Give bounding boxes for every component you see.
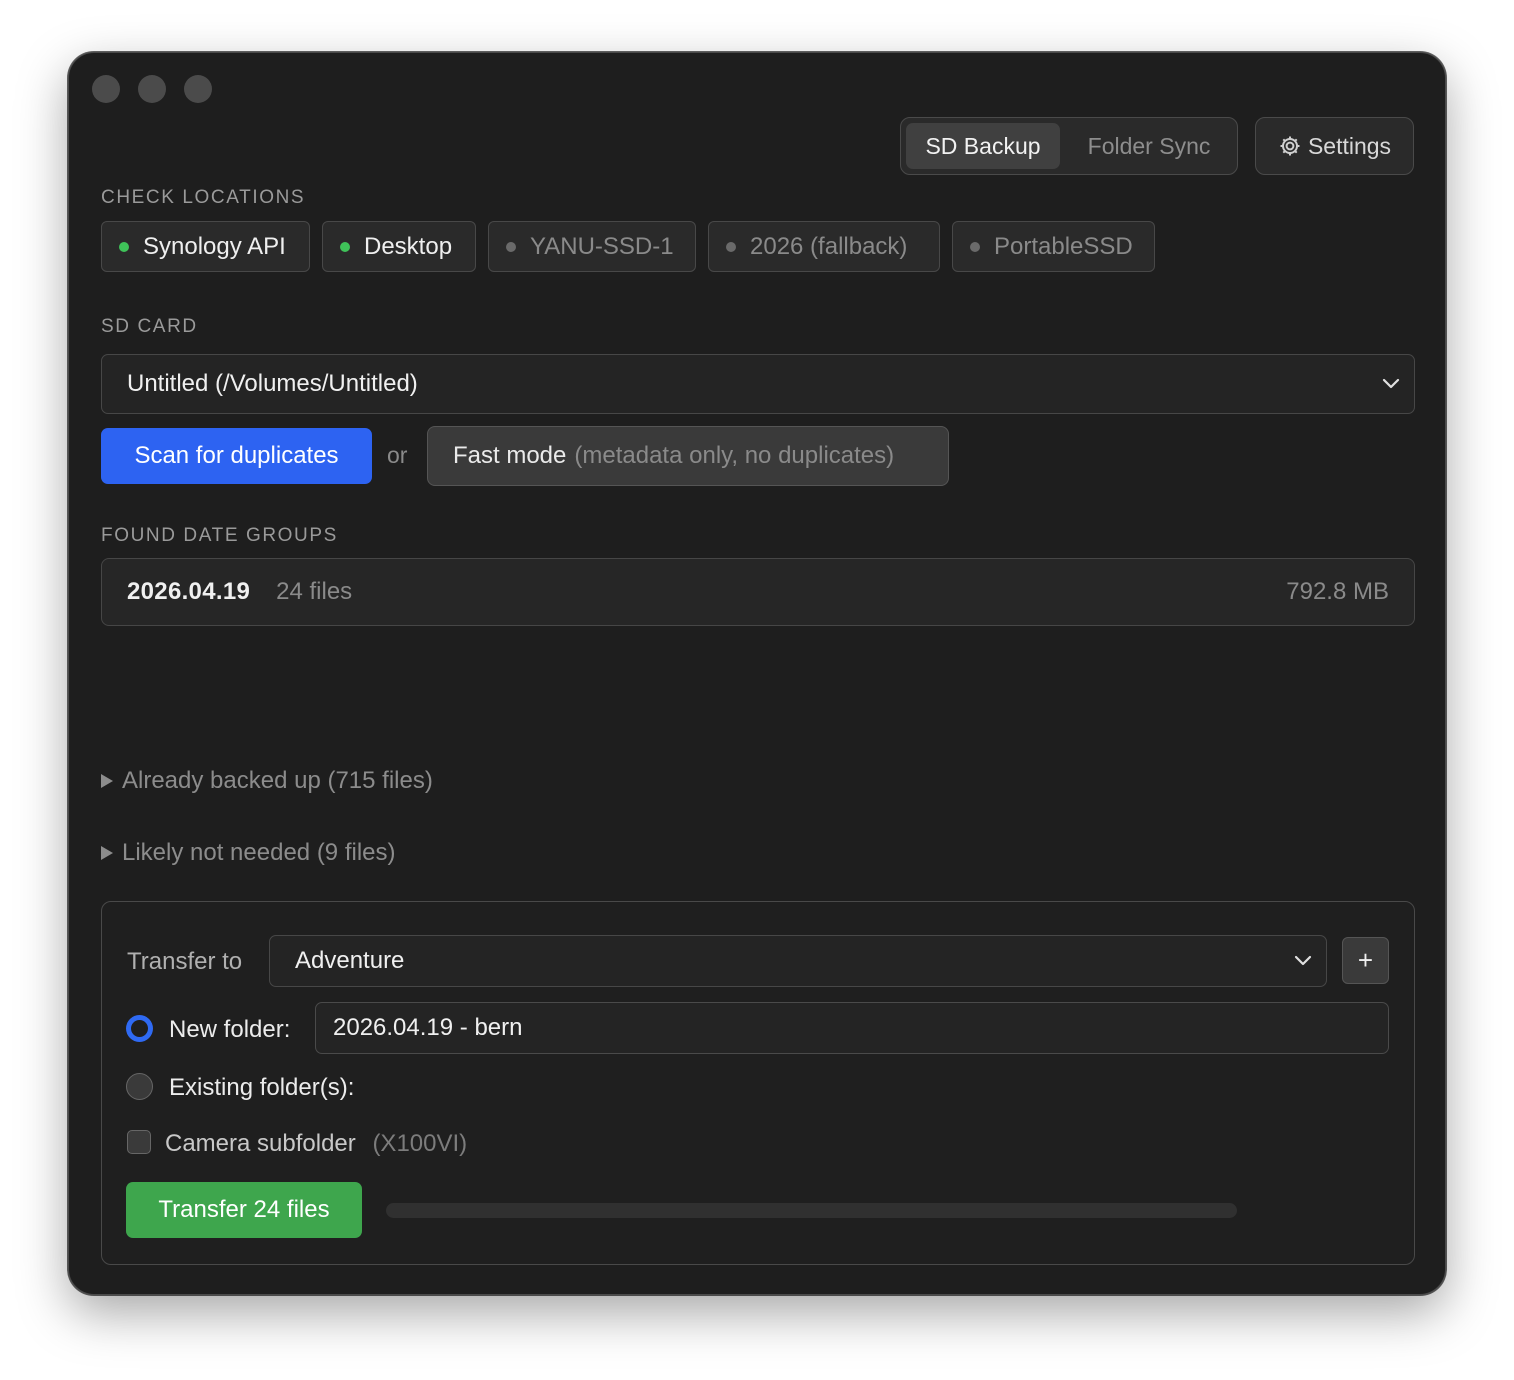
status-offline-icon [726, 241, 736, 252]
fast-mode-note: (metadata only, no duplicates) [574, 442, 895, 469]
location-chip-2026-fallback[interactable]: 2026 (fallback) [708, 221, 940, 272]
destination-selected-value: Adventure [295, 947, 405, 974]
existing-folder-label: Existing folder(s): [169, 1074, 355, 1101]
transfer-to-label: Transfer to [127, 948, 243, 975]
settings-button[interactable]: Settings [1255, 117, 1414, 175]
group-date: 2026.04.19 [127, 578, 251, 605]
location-chip-desktop[interactable]: Desktop [322, 221, 476, 272]
mode-segmented-control: SD Backup Folder Sync [900, 117, 1238, 175]
transfer-progress-bar [386, 1203, 1237, 1218]
minimize-window-button[interactable] [138, 75, 166, 103]
tab-folder-sync[interactable]: Folder Sync [1065, 123, 1233, 169]
found-date-groups-heading: FOUND DATE GROUPS [101, 525, 338, 546]
disclosure-triangle-icon [101, 774, 113, 788]
status-offline-icon [970, 241, 980, 252]
chevron-down-icon [1382, 378, 1400, 389]
fast-mode-label: Fast mode [453, 442, 567, 469]
camera-model: (X100VI) [372, 1130, 468, 1157]
status-online-icon [340, 241, 350, 252]
location-label: Synology API [143, 232, 286, 260]
camera-subfolder-text: Camera subfolder [165, 1130, 356, 1157]
destination-select[interactable]: Adventure [269, 935, 1327, 987]
sd-card-heading: SD CARD [101, 316, 198, 337]
new-folder-name-value: 2026.04.19 - bern [333, 1014, 523, 1041]
existing-folder-radio[interactable] [126, 1073, 153, 1100]
close-window-button[interactable] [92, 75, 120, 103]
location-label: YANU-SSD-1 [530, 232, 674, 260]
disclosure-triangle-icon [101, 846, 113, 860]
fast-mode-button[interactable]: Fast mode (metadata only, no duplicates) [427, 426, 949, 486]
new-folder-label: New folder: [169, 1016, 291, 1043]
likely-not-needed-label: Likely not needed (9 files) [122, 839, 396, 866]
settings-label: Settings [1307, 132, 1392, 159]
tab-sd-backup[interactable]: SD Backup [906, 123, 1060, 169]
group-file-count: 24 files [276, 578, 353, 605]
already-backed-up-label: Already backed up (715 files) [122, 767, 433, 794]
location-chip-synology-api[interactable]: Synology API [101, 221, 310, 272]
or-separator: or [387, 442, 408, 468]
location-label: Desktop [364, 232, 453, 260]
app-window: SD Backup Folder Sync Settings CHECK LOC… [68, 52, 1446, 1295]
transfer-files-button[interactable]: Transfer 24 files [126, 1182, 362, 1238]
status-offline-icon [506, 241, 516, 252]
check-locations-heading: CHECK LOCATIONS [101, 187, 306, 208]
likely-not-needed-disclosure[interactable]: Likely not needed (9 files) [101, 839, 396, 867]
sd-card-selected-value: Untitled (/Volumes/Untitled) [127, 370, 418, 397]
location-chip-portablessd[interactable]: PortableSSD [952, 221, 1155, 272]
location-label: PortableSSD [994, 232, 1133, 260]
camera-subfolder-label: Camera subfolder (X100VI) [165, 1130, 467, 1158]
status-online-icon [119, 241, 129, 252]
add-destination-button[interactable]: + [1342, 937, 1389, 984]
already-backed-up-disclosure[interactable]: Already backed up (715 files) [101, 767, 433, 795]
chevron-down-icon [1294, 955, 1312, 966]
group-size: 792.8 MB [1286, 578, 1389, 605]
zoom-window-button[interactable] [184, 75, 212, 103]
location-label: 2026 (fallback) [750, 232, 908, 260]
scan-for-duplicates-button[interactable]: Scan for duplicates [101, 428, 372, 484]
date-group-row[interactable]: 2026.04.19 24 files 792.8 MB [101, 558, 1415, 626]
sd-card-select[interactable]: Untitled (/Volumes/Untitled) [101, 354, 1415, 414]
camera-subfolder-checkbox[interactable] [127, 1130, 151, 1154]
transfer-panel: Transfer to Adventure + New folder: 2026… [101, 901, 1415, 1265]
gear-icon [1280, 136, 1300, 156]
new-folder-name-input[interactable]: 2026.04.19 - bern [315, 1002, 1389, 1054]
location-chip-yanu-ssd-1[interactable]: YANU-SSD-1 [488, 221, 696, 272]
new-folder-radio[interactable] [126, 1015, 153, 1042]
